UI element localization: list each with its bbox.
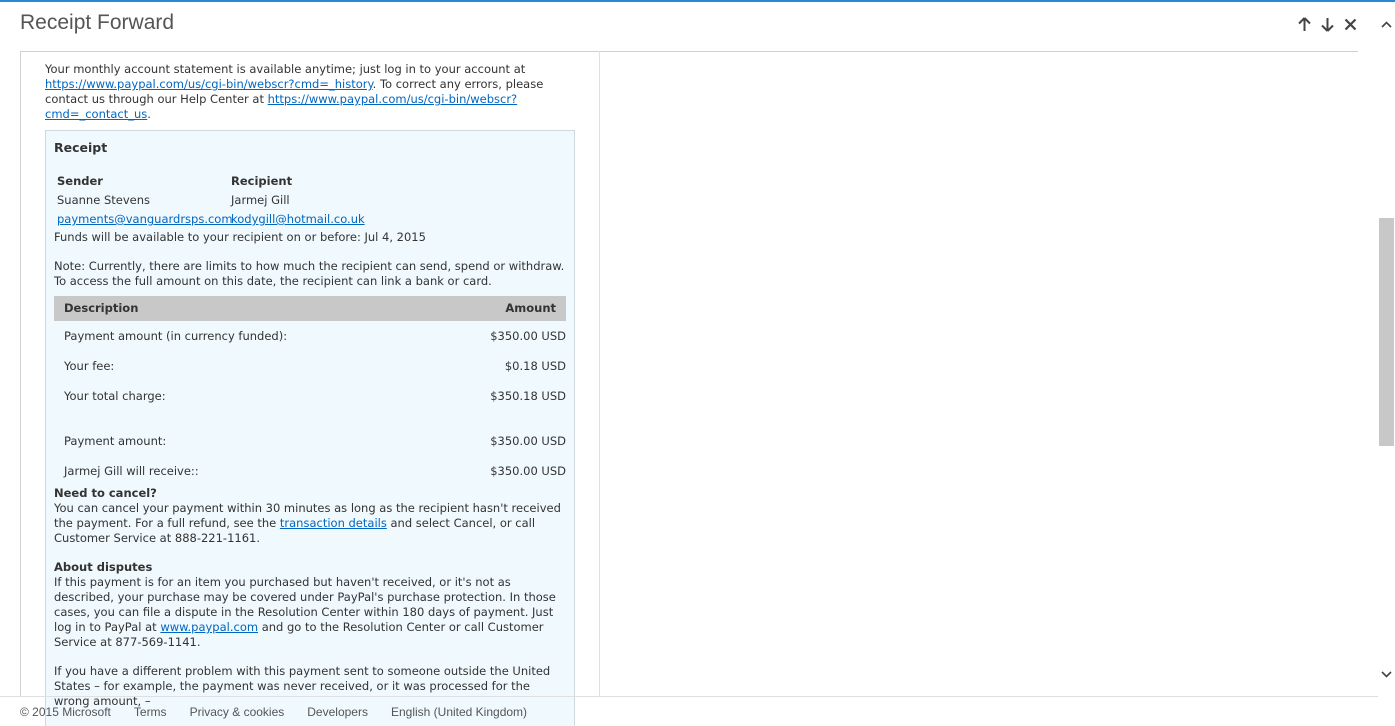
top-accent-line bbox=[0, 0, 1395, 2]
row-amount: $350.00 USD bbox=[490, 328, 566, 343]
cancel-heading: Need to cancel? bbox=[54, 486, 157, 500]
statement-paragraph: Your monthly account statement is availa… bbox=[45, 62, 575, 122]
row-label: Jarmej Gill will receive:: bbox=[64, 463, 199, 478]
arrow-up-icon bbox=[1298, 16, 1311, 31]
recipient-email-link[interactable]: kodygill@hotmail.co.uk bbox=[231, 212, 365, 226]
transaction-details-link[interactable]: transaction details bbox=[280, 516, 387, 530]
row-amount: $350.00 USD bbox=[490, 433, 566, 448]
row-label: Your total charge: bbox=[64, 388, 166, 403]
language-link[interactable]: English (United Kingdom) bbox=[391, 705, 527, 719]
close-icon bbox=[1344, 18, 1357, 30]
previous-message-button[interactable] bbox=[1296, 14, 1313, 34]
sender-name: Suanne Stevens bbox=[57, 193, 150, 207]
table-row: Jarmej Gill will receive:: $350.00 USD bbox=[54, 456, 566, 486]
disputes-heading: About disputes bbox=[54, 560, 153, 574]
scroll-up-button[interactable] bbox=[1378, 16, 1395, 32]
funds-availability: Funds will be available to your recipien… bbox=[54, 230, 426, 244]
row-amount: $350.18 USD bbox=[490, 388, 566, 403]
copyright: © 2015 Microsoft bbox=[20, 704, 111, 719]
privacy-link[interactable]: Privacy & cookies bbox=[190, 705, 285, 719]
party-details: Sender Suanne Stevens payments@vanguardr… bbox=[54, 174, 566, 231]
history-link[interactable]: https://www.paypal.com/us/cgi-bin/webscr… bbox=[45, 77, 373, 91]
scroll-down-button[interactable] bbox=[1378, 666, 1395, 682]
amount-table: Description Amount Payment amount (in cu… bbox=[54, 296, 566, 486]
row-label: Payment amount: bbox=[64, 433, 167, 448]
message-body: Your monthly account statement is availa… bbox=[45, 62, 575, 726]
table-row: Your fee: $0.18 USD bbox=[54, 351, 566, 381]
reading-pane-border bbox=[20, 51, 21, 696]
close-button[interactable] bbox=[1342, 14, 1359, 34]
row-amount: $0.18 USD bbox=[504, 358, 566, 373]
table-row: Payment amount (in currency funded): $35… bbox=[54, 321, 566, 351]
table-header: Description Amount bbox=[54, 296, 566, 321]
footer: © 2015 Microsoft Terms Privacy & cookies… bbox=[0, 696, 1378, 726]
paypal-link[interactable]: www.paypal.com bbox=[160, 620, 258, 634]
limits-note: Note: Currently, there are limits to how… bbox=[54, 259, 565, 288]
row-amount: $350.00 USD bbox=[490, 463, 566, 478]
disputes-paragraph: If this payment is for an item you purch… bbox=[54, 575, 566, 650]
amount-header: Amount bbox=[505, 301, 556, 315]
pane-divider bbox=[599, 51, 600, 696]
sender-column: Sender Suanne Stevens payments@vanguardr… bbox=[54, 174, 233, 231]
table-row: Payment amount: $350.00 USD bbox=[54, 426, 566, 456]
row-label: Your fee: bbox=[64, 358, 115, 373]
scrollbar-thumb[interactable] bbox=[1379, 218, 1394, 446]
header-divider bbox=[20, 51, 1358, 52]
receipt-box: Receipt Sender Suanne Stevens payments@v… bbox=[45, 130, 575, 726]
chevron-up-icon bbox=[1381, 20, 1392, 28]
recipient-label: Recipient bbox=[231, 174, 293, 188]
window-title: Receipt Forward bbox=[20, 11, 175, 34]
chevron-down-icon bbox=[1381, 670, 1392, 678]
recipient-column: Recipient Jarmej Gill kodygill@hotmail.c… bbox=[231, 174, 365, 231]
row-label: Payment amount (in currency funded): bbox=[64, 328, 288, 343]
arrow-down-icon bbox=[1321, 17, 1334, 32]
table-spacer bbox=[54, 411, 566, 426]
terms-link[interactable]: Terms bbox=[134, 705, 167, 719]
intro-text: Your monthly account statement is availa… bbox=[45, 62, 526, 76]
next-message-button[interactable] bbox=[1319, 14, 1336, 34]
intro-text: . bbox=[147, 107, 151, 121]
description-header: Description bbox=[64, 301, 139, 315]
sender-email-link[interactable]: payments@vanguardrsps.com bbox=[57, 212, 233, 226]
developers-link[interactable]: Developers bbox=[307, 705, 368, 719]
cancel-paragraph: You can cancel your payment within 30 mi… bbox=[54, 501, 566, 546]
vertical-scrollbar[interactable] bbox=[1378, 10, 1395, 686]
receipt-title: Receipt bbox=[54, 140, 108, 155]
table-row: Your total charge: $350.18 USD bbox=[54, 381, 566, 411]
message-nav bbox=[1296, 14, 1359, 34]
recipient-name: Jarmej Gill bbox=[231, 193, 290, 207]
sender-label: Sender bbox=[57, 174, 103, 188]
